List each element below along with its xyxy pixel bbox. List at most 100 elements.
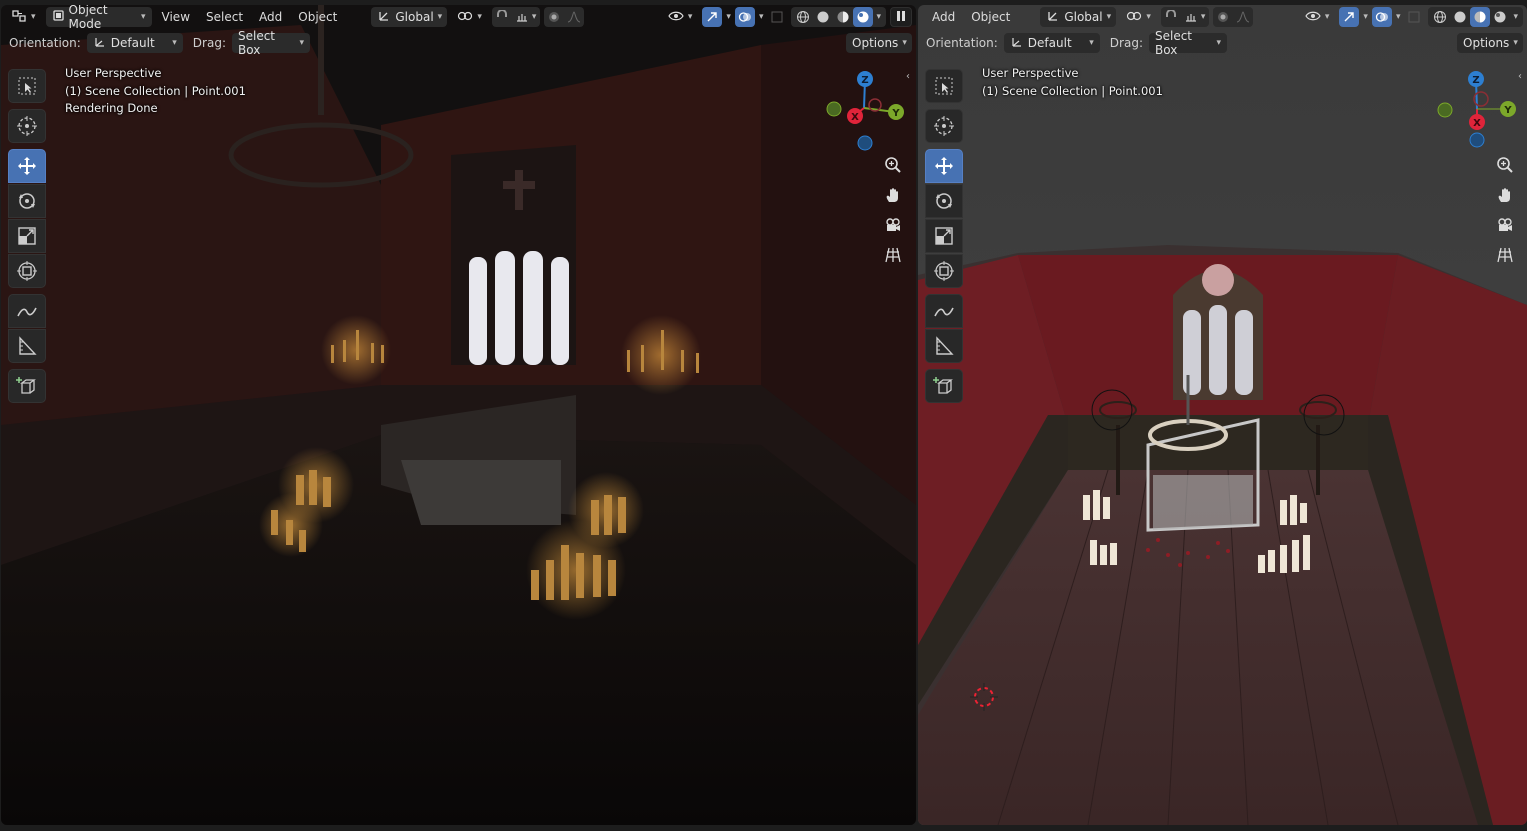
options-label: Options xyxy=(1463,36,1510,50)
chevron-down-icon[interactable]: ▾ xyxy=(1510,12,1521,22)
camera-icon[interactable] xyxy=(1492,211,1518,239)
menu-object[interactable]: Object xyxy=(965,7,1016,27)
gizmo-neg-z[interactable] xyxy=(1469,132,1485,148)
falloff-button[interactable] xyxy=(1233,7,1253,27)
zoom-icon[interactable] xyxy=(1492,151,1518,179)
shading-wireframe-button[interactable] xyxy=(1430,7,1450,27)
snap-toggle[interactable] xyxy=(492,7,512,27)
menu-view[interactable]: View xyxy=(156,7,196,27)
transform-orientation-dropdown[interactable]: Global ▾ xyxy=(371,7,448,27)
transform-orientation-dropdown[interactable]: Global ▾ xyxy=(1040,7,1117,27)
tool-add-cube[interactable] xyxy=(925,369,963,403)
mode-dropdown[interactable]: Object Mode ▾ xyxy=(45,5,152,31)
tool-measure[interactable] xyxy=(8,329,46,363)
chevron-down-icon: ▾ xyxy=(31,12,36,22)
visibility-button[interactable]: ▾ xyxy=(1299,7,1336,27)
orientation-dropdown[interactable]: Default ▾ xyxy=(1003,33,1100,53)
drag-dropdown[interactable]: Select Box ▾ xyxy=(1148,29,1227,57)
chevron-down-icon[interactable]: ▾ xyxy=(873,12,884,22)
xray-toggle[interactable] xyxy=(1404,7,1424,27)
pivot-point-button[interactable]: ▾ xyxy=(451,7,488,27)
hand-pan-icon[interactable] xyxy=(880,181,906,209)
editor-type-button[interactable]: ▾ xyxy=(5,7,42,27)
gizmo-neg-z[interactable] xyxy=(857,135,873,151)
shading-material-button[interactable] xyxy=(1470,7,1491,27)
falloff-button[interactable] xyxy=(564,7,584,27)
tool-annotate[interactable] xyxy=(925,294,963,328)
tool-transform[interactable] xyxy=(8,254,46,288)
measure-icon xyxy=(19,336,37,355)
pivot-point-button[interactable]: ▾ xyxy=(1120,7,1157,27)
hand-pan-icon[interactable] xyxy=(1492,181,1518,209)
proportional-editing-group xyxy=(544,7,585,27)
tool-select-box[interactable] xyxy=(925,69,963,103)
drag-field-label: Drag: xyxy=(1109,36,1143,50)
tool-cursor[interactable] xyxy=(8,109,46,143)
visibility-button[interactable]: ▾ xyxy=(662,7,699,27)
camera-icon[interactable] xyxy=(880,211,906,239)
tool-transform[interactable] xyxy=(925,254,963,288)
viewport-rendered[interactable]: ▾ Object Mode ▾ View Select Add Object G… xyxy=(1,5,916,825)
pause-render-button[interactable] xyxy=(890,7,912,27)
chevron-down-icon[interactable]: ▾ xyxy=(759,12,764,22)
tool-select-box[interactable] xyxy=(8,69,46,103)
orientation-label: Global xyxy=(395,10,434,24)
tool-rotate[interactable] xyxy=(925,184,963,218)
shading-wireframe-button[interactable] xyxy=(793,7,813,27)
options-dropdown[interactable]: Options ▾ xyxy=(1457,33,1523,53)
cursor-icon xyxy=(17,116,37,136)
chevron-down-icon[interactable]: ▾ xyxy=(1363,12,1368,22)
tool-scale[interactable] xyxy=(8,219,46,253)
viewport-material-preview[interactable]: Add Object Global ▾ ▾ ▾ ▾ ▾ ▾ ▾ Orientat… xyxy=(918,5,1527,825)
tool-rotate[interactable] xyxy=(8,184,46,218)
shading-material-button[interactable] xyxy=(833,7,853,27)
shading-solid-button[interactable] xyxy=(813,7,833,27)
gizmo-neg-y[interactable] xyxy=(826,101,842,117)
menu-object[interactable]: Object xyxy=(292,7,343,27)
chevron-down-icon: ▾ xyxy=(531,12,537,22)
tool-add-cube[interactable] xyxy=(8,369,46,403)
snap-toggle[interactable] xyxy=(1161,7,1181,27)
overlays-toggle[interactable] xyxy=(1371,7,1392,27)
orientation-global-icon xyxy=(377,9,391,26)
xray-toggle[interactable] xyxy=(767,7,787,27)
scale-icon xyxy=(18,227,36,245)
shading-rendered-button[interactable] xyxy=(1490,7,1510,27)
navigation-gizmo[interactable]: Z Y X xyxy=(823,67,913,151)
tool-scale[interactable] xyxy=(925,219,963,253)
gizmo-toggle[interactable] xyxy=(1339,7,1360,27)
gizmo-neg-y[interactable] xyxy=(1437,102,1453,118)
options-dropdown[interactable]: Options ▾ xyxy=(846,33,912,53)
tool-annotate[interactable] xyxy=(8,294,46,328)
menu-add[interactable]: Add xyxy=(253,7,288,27)
tool-move[interactable] xyxy=(925,149,963,183)
orientation-default-icon xyxy=(1010,35,1024,52)
rendered-scene[interactable] xyxy=(1,5,916,825)
tool-cursor[interactable] xyxy=(925,109,963,143)
shading-rendered-button[interactable] xyxy=(853,7,874,27)
chevron-down-icon[interactable]: ▾ xyxy=(726,12,731,22)
add-cube-icon xyxy=(16,377,36,394)
snap-target-button[interactable] xyxy=(512,7,532,27)
proportional-edit-toggle[interactable] xyxy=(1213,7,1233,27)
proportional-edit-toggle[interactable] xyxy=(544,7,564,27)
collection-label: (1) Scene Collection | Point.001 xyxy=(65,83,246,98)
orientation-dropdown[interactable]: Default ▾ xyxy=(86,33,183,53)
move-icon xyxy=(18,157,36,175)
rotate-icon xyxy=(19,193,35,209)
chevron-down-icon[interactable]: ▾ xyxy=(1396,12,1401,22)
menu-add[interactable]: Add xyxy=(922,7,961,27)
cursor-icon xyxy=(934,116,954,136)
snap-target-button[interactable] xyxy=(1181,7,1201,27)
zoom-icon[interactable] xyxy=(880,151,906,179)
grid-ortho-icon[interactable] xyxy=(1492,241,1518,269)
overlays-toggle[interactable] xyxy=(734,7,755,27)
gizmo-toggle[interactable] xyxy=(702,7,723,27)
tool-move[interactable] xyxy=(8,149,46,183)
menu-select[interactable]: Select xyxy=(200,7,249,27)
drag-dropdown[interactable]: Select Box ▾ xyxy=(231,29,310,57)
shading-solid-button[interactable] xyxy=(1450,7,1470,27)
grid-ortho-icon[interactable] xyxy=(880,241,906,269)
navigation-gizmo[interactable]: Z Y X xyxy=(1433,67,1523,151)
tool-measure[interactable] xyxy=(925,329,963,363)
